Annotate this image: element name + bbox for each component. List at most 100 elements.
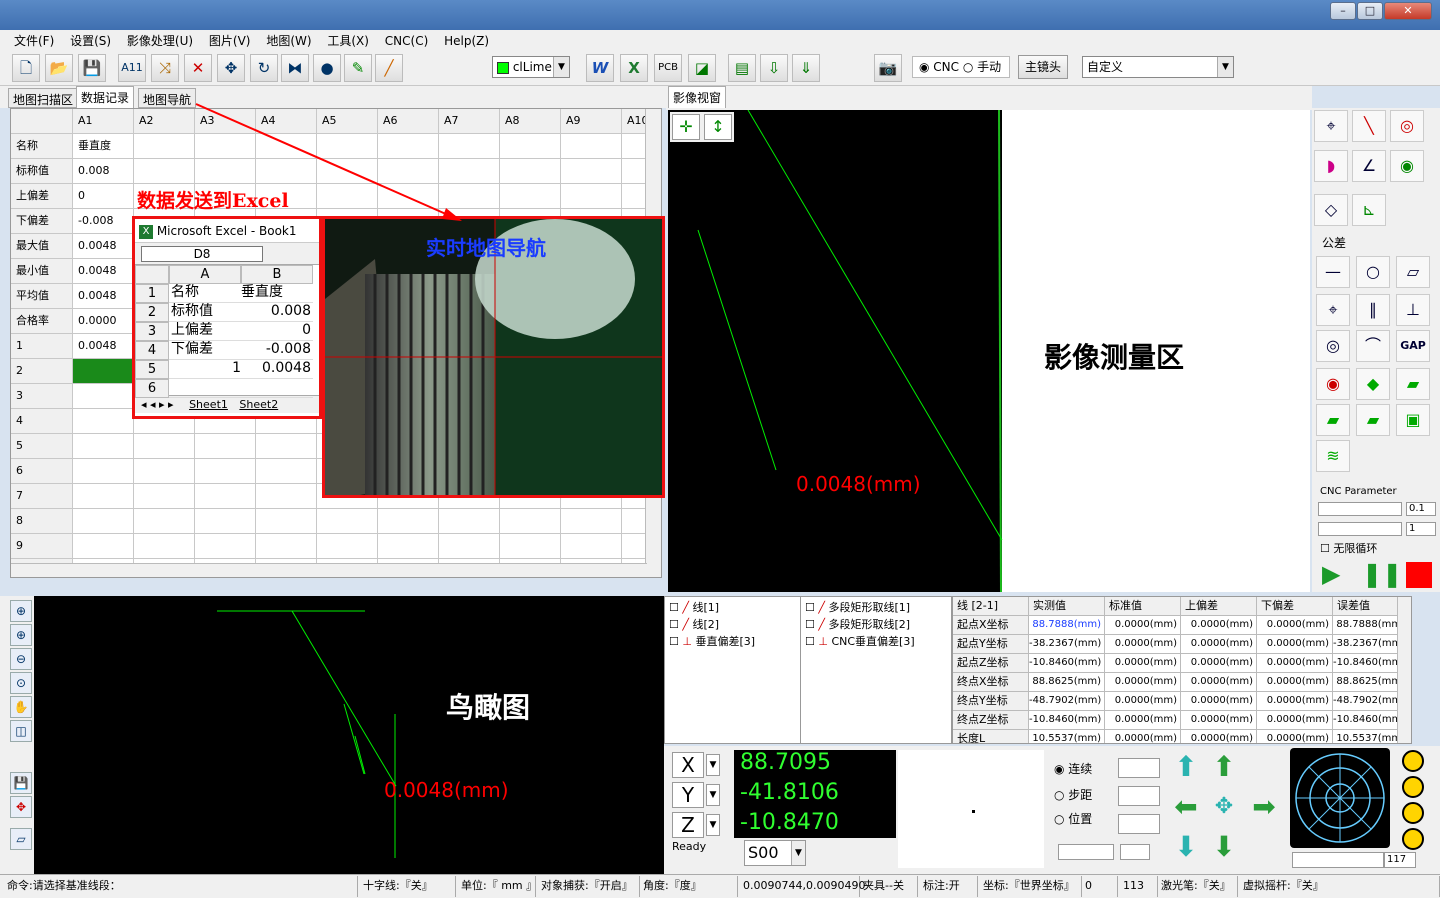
- sheet-cell[interactable]: [317, 509, 378, 534]
- excel-export-icon[interactable]: X: [620, 54, 648, 82]
- sheet-cell[interactable]: [195, 159, 256, 184]
- roundness-icon[interactable]: ○: [1356, 256, 1390, 288]
- parallelism-icon[interactable]: ∥: [1356, 294, 1390, 326]
- sheet-cell[interactable]: [73, 359, 134, 384]
- grid-cell[interactable]: 0.0000(mm): [1181, 692, 1257, 711]
- profile-icon[interactable]: ⌒: [1356, 330, 1390, 362]
- row-header[interactable]: 4: [11, 409, 73, 434]
- excel-cell[interactable]: [241, 379, 313, 398]
- excel-row-header[interactable]: 1: [135, 284, 169, 303]
- sheet-cell[interactable]: [134, 484, 195, 509]
- feature-item[interactable]: ☐ ⊥ 垂直偏差[3]: [669, 633, 755, 649]
- chevron-down-icon[interactable]: ▼: [706, 754, 720, 776]
- sheet-cell[interactable]: [378, 509, 439, 534]
- column-header[interactable]: A5: [317, 109, 378, 134]
- excel-row-header[interactable]: 2: [135, 303, 169, 322]
- sheet-cell[interactable]: 0.0048: [73, 284, 134, 309]
- grid-cell[interactable]: 0.0000(mm): [1257, 616, 1333, 635]
- grid-cell[interactable]: -10.8460(mm): [1029, 711, 1105, 730]
- camera-icon[interactable]: 📷: [874, 54, 902, 82]
- custom-select[interactable]: 自定义 ▼: [1082, 56, 1234, 78]
- perpendicularity-icon[interactable]: ⊥: [1396, 294, 1430, 326]
- grid-cell[interactable]: 0.0000(mm): [1257, 711, 1333, 730]
- vertical-arrow-icon[interactable]: ↕: [704, 114, 732, 140]
- grid-cell[interactable]: 0.0000(mm): [1257, 673, 1333, 692]
- grid-cell[interactable]: 0.0000(mm): [1257, 635, 1333, 654]
- cnc-param-slider-1[interactable]: [1318, 502, 1402, 516]
- light-3-icon[interactable]: [1402, 802, 1424, 824]
- row-header[interactable]: 最大值: [11, 234, 73, 259]
- jog-value[interactable]: 117: [1384, 852, 1416, 868]
- grid-cell[interactable]: 0.0000(mm): [1181, 654, 1257, 673]
- line-tool-icon[interactable]: ╲: [1352, 110, 1386, 142]
- menu-picture[interactable]: 图片(V): [203, 30, 257, 51]
- plane-tool-icon[interactable]: ▰: [1356, 404, 1390, 436]
- image-measure-area[interactable]: ✛ ↕ 影像测量区 0.0048(mm): [668, 110, 1310, 592]
- point-tool-icon[interactable]: ⌖: [1314, 110, 1348, 142]
- sheet-cell[interactable]: [439, 159, 500, 184]
- row-header[interactable]: 1: [11, 334, 73, 359]
- color-select[interactable]: clLime ▼: [492, 56, 570, 78]
- excel-cell[interactable]: 标称值: [169, 303, 241, 322]
- grid-header[interactable]: 标准值: [1105, 597, 1181, 616]
- row-header[interactable]: 6: [11, 459, 73, 484]
- light-1-icon[interactable]: [1402, 750, 1424, 772]
- sheet-cell[interactable]: [317, 159, 378, 184]
- sheet-cell[interactable]: [378, 184, 439, 209]
- feature-list-left[interactable]: ☐ ╱ 线[1] ☐ ╱ 线[2] ☐ ⊥ 垂直偏差[3]: [665, 597, 801, 743]
- sheet-cell[interactable]: [195, 534, 256, 559]
- chevron-down-icon[interactable]: ▼: [706, 814, 720, 836]
- grid-cell[interactable]: 0.0000(mm): [1105, 730, 1181, 743]
- speed-select[interactable]: S00 ▼: [744, 840, 806, 866]
- bird-plane-icon[interactable]: ▱: [10, 828, 32, 850]
- row-header[interactable]: 合格率: [11, 309, 73, 334]
- autofocus-icon[interactable]: ◪: [688, 54, 716, 82]
- move-mode-continuous[interactable]: ◉ 连续: [1054, 760, 1092, 777]
- zoom-window-icon[interactable]: ⊙: [10, 672, 32, 694]
- sheet-cell[interactable]: [134, 159, 195, 184]
- sheet-cell[interactable]: [561, 534, 622, 559]
- pause-icon[interactable]: ❚❚: [1362, 560, 1402, 588]
- jog-dial[interactable]: [1290, 748, 1390, 848]
- sheet-cell[interactable]: 0.008: [73, 159, 134, 184]
- sheet-cell[interactable]: [439, 509, 500, 534]
- row-header[interactable]: 2: [11, 359, 73, 384]
- stop-icon[interactable]: [1406, 562, 1432, 588]
- cnc-run-icon[interactable]: ⇩: [760, 54, 788, 82]
- y-down-arrow-icon[interactable]: ⬇: [1206, 830, 1242, 866]
- grid-cell[interactable]: 0.0000(mm): [1105, 711, 1181, 730]
- row-header[interactable]: 7: [11, 484, 73, 509]
- sheet-cell[interactable]: [500, 134, 561, 159]
- column-header[interactable]: A6: [378, 109, 439, 134]
- zoom-fit-icon[interactable]: ⊕: [10, 600, 32, 622]
- sheet-nav-icon[interactable]: ◂ ◂ ▸ ▸: [141, 398, 174, 411]
- excel-cell[interactable]: 1: [169, 360, 241, 379]
- sheet-cell[interactable]: [73, 509, 134, 534]
- cnc-program-icon[interactable]: ▤: [728, 54, 756, 82]
- grid-row-label[interactable]: 长度L: [953, 730, 1029, 743]
- sheet-cell[interactable]: [317, 534, 378, 559]
- crosshair-icon[interactable]: ✛: [672, 114, 700, 140]
- layer-tool-icon[interactable]: ▰: [1316, 404, 1350, 436]
- a11-button[interactable]: A11: [118, 54, 146, 82]
- row-header[interactable]: 3: [11, 384, 73, 409]
- new-file-icon[interactable]: 🗋: [12, 54, 40, 82]
- excel-cell[interactable]: 名称: [169, 284, 241, 303]
- column-header[interactable]: A2: [134, 109, 195, 134]
- menu-tools[interactable]: 工具(X): [321, 30, 375, 51]
- bird-move-icon[interactable]: ✥: [10, 796, 32, 818]
- bird-eye-view[interactable]: 鸟瞰图 0.0048(mm): [34, 596, 664, 874]
- surface-tool-icon[interactable]: ▰: [1396, 368, 1430, 400]
- row-header[interactable]: 5: [11, 434, 73, 459]
- grid-cell[interactable]: 0.0000(mm): [1181, 711, 1257, 730]
- excel-row-header[interactable]: 6: [135, 379, 169, 398]
- y-step-input[interactable]: [1118, 786, 1160, 806]
- grid-cell[interactable]: 10.5537(mm): [1029, 730, 1105, 743]
- word-export-icon[interactable]: W: [586, 54, 614, 82]
- diamond-tool-icon[interactable]: ◇: [1314, 194, 1348, 226]
- excel-row-header[interactable]: 3: [135, 322, 169, 341]
- flatness-icon[interactable]: ▱: [1396, 256, 1430, 288]
- z-down-arrow-icon[interactable]: ⬇: [1168, 830, 1204, 866]
- sheet-cell[interactable]: [561, 159, 622, 184]
- step-slider[interactable]: [1058, 844, 1114, 860]
